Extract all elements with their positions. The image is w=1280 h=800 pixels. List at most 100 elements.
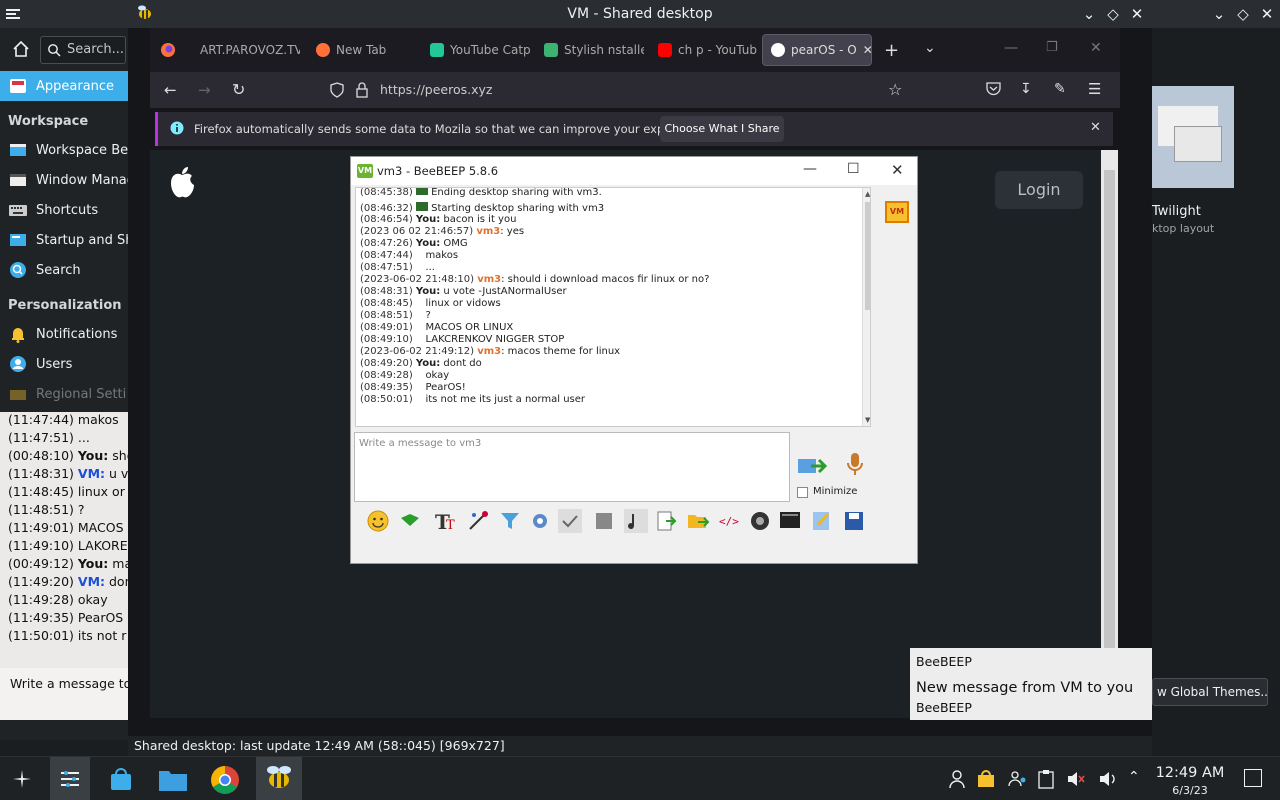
updates-icon[interactable] bbox=[976, 769, 996, 789]
close-icon[interactable]: ✕ bbox=[1128, 5, 1146, 23]
font-icon[interactable]: TT bbox=[434, 509, 458, 533]
settings-search-input[interactable]: Search... bbox=[40, 36, 126, 64]
save-chat-icon[interactable] bbox=[842, 509, 866, 533]
settings-task[interactable] bbox=[50, 757, 90, 800]
notes-icon[interactable] bbox=[810, 509, 834, 533]
new-tab-icon[interactable]: + bbox=[884, 40, 899, 61]
tab-youtube[interactable]: ch p - YouTub bbox=[650, 34, 758, 66]
color-picker-icon[interactable] bbox=[466, 509, 490, 533]
forward-arrow-icon[interactable]: → bbox=[198, 81, 211, 99]
login-button[interactable]: Login bbox=[995, 171, 1083, 209]
keep-above-icon[interactable]: ◇ bbox=[1104, 5, 1122, 23]
chat-scrollbar[interactable]: ▲ ▼ bbox=[862, 188, 870, 426]
app-launcher-icon[interactable] bbox=[10, 767, 34, 791]
send-file-icon[interactable] bbox=[654, 509, 678, 533]
back-arrow-icon[interactable]: ← bbox=[164, 81, 177, 99]
emoticon-icon[interactable] bbox=[366, 509, 390, 533]
firefox-icon[interactable] bbox=[160, 42, 176, 58]
minimize-icon[interactable]: — bbox=[803, 161, 817, 177]
sidebar-item-search[interactable]: Search bbox=[0, 255, 128, 285]
settings-gear-icon[interactable] bbox=[528, 509, 552, 533]
screenshot-icon[interactable] bbox=[748, 509, 772, 533]
reload-icon[interactable]: ↻ bbox=[232, 80, 245, 99]
lock-icon[interactable] bbox=[356, 82, 368, 98]
chat-line: (08:50:01) its not me its just a normal … bbox=[360, 394, 586, 405]
share-desktop-icon[interactable] bbox=[778, 509, 802, 533]
minimize-icon[interactable]: — bbox=[1004, 40, 1018, 56]
close-notice-icon[interactable]: ✕ bbox=[1090, 120, 1101, 135]
page-scrollbar[interactable] bbox=[1101, 150, 1118, 718]
microphone-icon[interactable] bbox=[845, 451, 865, 479]
code-icon[interactable]: </> bbox=[718, 509, 742, 533]
send-message-icon[interactable] bbox=[797, 455, 827, 477]
extensions-icon[interactable]: ✎ bbox=[1054, 81, 1066, 97]
shield-icon[interactable] bbox=[330, 82, 344, 98]
maximize-icon[interactable]: ☐ bbox=[847, 161, 860, 177]
sidebar-item-users[interactable]: Users bbox=[0, 349, 128, 379]
scrollbar-thumb[interactable] bbox=[865, 202, 870, 310]
theme-name: Twilight bbox=[1152, 204, 1201, 219]
sidebar-item-label: Workspace Beh bbox=[36, 142, 128, 158]
shared-desktop-status: Shared desktop: last update 12:49 AM (58… bbox=[128, 736, 1152, 756]
buzz-icon[interactable] bbox=[398, 509, 422, 533]
show-desktop-icon[interactable] bbox=[1244, 769, 1262, 787]
sidebar-item-shortcuts[interactable]: Shortcuts bbox=[0, 195, 128, 225]
checkmark-icon[interactable] bbox=[558, 509, 582, 533]
application-menu-icon[interactable] bbox=[4, 5, 22, 23]
pocket-icon[interactable] bbox=[986, 81, 1001, 96]
host-message-input[interactable]: Write a message to bbox=[0, 668, 131, 720]
apple-logo-icon[interactable] bbox=[168, 166, 196, 200]
close-icon[interactable]: ✕ bbox=[891, 161, 904, 179]
keep-above-icon[interactable]: ◇ bbox=[1234, 5, 1252, 23]
send-folder-icon[interactable] bbox=[686, 509, 710, 533]
minimize-checkbox[interactable] bbox=[797, 487, 808, 498]
close-icon[interactable]: ✕ bbox=[1258, 5, 1276, 23]
tab-new-tab[interactable]: New Tab bbox=[308, 34, 416, 66]
get-new-global-themes-button[interactable]: w Global Themes... bbox=[1152, 678, 1268, 706]
sidebar-item-label: Startup and Sh bbox=[36, 232, 128, 248]
hamburger-menu-icon[interactable]: ☰ bbox=[1088, 80, 1101, 98]
downloads-icon[interactable]: ↧ bbox=[1020, 81, 1032, 97]
sidebar-item-appearance[interactable]: Appearance bbox=[0, 71, 128, 101]
bookmark-star-icon[interactable]: ☆ bbox=[888, 80, 902, 99]
close-icon[interactable]: ✕ bbox=[1090, 40, 1102, 56]
user-icon[interactable] bbox=[948, 769, 966, 789]
volume-icon[interactable] bbox=[1098, 769, 1118, 789]
sidebar-item-startup[interactable]: Startup and Sh bbox=[0, 225, 128, 255]
vm-user-avatar[interactable]: VM bbox=[885, 201, 909, 223]
beebeep-task[interactable] bbox=[256, 757, 302, 800]
url-bar[interactable]: https://peeros.xyz bbox=[380, 82, 780, 97]
chevron-down-icon[interactable]: ⌄ bbox=[1080, 5, 1098, 23]
tab-stylish[interactable]: Stylish nstalle bbox=[536, 34, 644, 66]
clipboard-icon[interactable] bbox=[1038, 769, 1054, 789]
theme-preview-thumbnail[interactable] bbox=[1152, 86, 1234, 188]
volume-muted-icon[interactable] bbox=[1066, 769, 1086, 789]
home-icon[interactable] bbox=[12, 40, 30, 58]
tab-pearos[interactable]: pearOS - O ✕ bbox=[762, 34, 872, 66]
discover-store-icon[interactable] bbox=[108, 767, 134, 793]
file-manager-icon[interactable] bbox=[158, 767, 188, 793]
tab-close-icon[interactable]: ✕ bbox=[863, 43, 871, 57]
tab-art-parovoz[interactable]: ART.PAROVOZ.TV bbox=[192, 34, 300, 66]
tray-expand-chevron-icon[interactable]: ⌃ bbox=[1128, 769, 1140, 785]
beebeep-message-input[interactable]: Write a message to vm3 bbox=[354, 432, 790, 502]
choose-what-i-share-button[interactable]: Choose What I Share bbox=[660, 116, 784, 142]
clock-date[interactable]: 6/3/23 bbox=[1148, 784, 1232, 797]
chrome-icon[interactable] bbox=[210, 765, 240, 795]
spellcheck-icon[interactable] bbox=[592, 509, 616, 533]
network-users-icon[interactable] bbox=[1008, 769, 1028, 789]
sidebar-item-label: Window Manag bbox=[36, 172, 128, 188]
clock-time[interactable]: 12:49 AM bbox=[1148, 765, 1232, 781]
scroll-down-arrow-icon[interactable]: ▼ bbox=[865, 416, 870, 424]
scroll-up-arrow-icon[interactable]: ▲ bbox=[865, 190, 870, 198]
tab-youtube-catp[interactable]: YouTube Catp bbox=[422, 34, 530, 66]
chevron-down-icon[interactable]: ⌄ bbox=[1210, 5, 1228, 23]
restore-icon[interactable]: ❐ bbox=[1046, 40, 1058, 55]
tab-list-chevron-icon[interactable]: ⌄ bbox=[924, 40, 936, 56]
filter-icon[interactable] bbox=[498, 509, 522, 533]
sound-icon[interactable] bbox=[624, 509, 648, 533]
sidebar-item-notifications[interactable]: Notifications bbox=[0, 319, 128, 349]
sidebar-item-workspace-behavior[interactable]: Workspace Beh bbox=[0, 135, 128, 165]
sidebar-item-window-management[interactable]: Window Manag bbox=[0, 165, 128, 195]
sidebar-item-regional-settings[interactable]: Regional Setti bbox=[0, 379, 128, 409]
